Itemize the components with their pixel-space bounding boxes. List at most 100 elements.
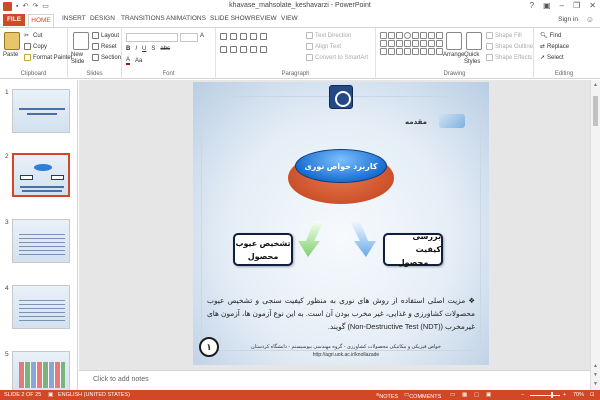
find-button[interactable]: 🔍︎ Find: [540, 32, 561, 40]
vertical-scrollbar[interactable]: ▲ ▲ ▼ ▼: [590, 80, 600, 390]
strikethrough-icon[interactable]: abc: [160, 46, 170, 52]
text-direction-button[interactable]: Text Direction: [306, 32, 351, 39]
layout-button[interactable]: Layout: [92, 32, 119, 39]
zoom-out-icon[interactable]: –: [521, 392, 524, 398]
shape-arrow-icon[interactable]: [388, 40, 395, 47]
new-slide-button[interactable]: New Slide: [71, 52, 91, 66]
reading-view-icon[interactable]: ▢: [474, 392, 479, 398]
shape-star-icon[interactable]: [412, 48, 419, 55]
decrease-indent-icon[interactable]: [240, 33, 247, 40]
quality-check-box[interactable]: بررسی کیفیت محصول: [383, 232, 443, 267]
quick-styles-icon[interactable]: [466, 32, 482, 50]
shape-triangle-icon[interactable]: [420, 32, 427, 39]
close-button[interactable]: ✕: [589, 1, 596, 10]
spellcheck-icon[interactable]: ▣: [48, 392, 53, 398]
slide-thumbnail-2[interactable]: [12, 153, 70, 197]
format-painter-button[interactable]: Format Painter: [24, 54, 73, 61]
shape-arrow-icon[interactable]: [436, 32, 443, 39]
slide-sorter-icon[interactable]: ▦: [462, 392, 467, 398]
tab-file[interactable]: FILE: [3, 14, 25, 26]
shape-brace-icon[interactable]: [404, 40, 411, 47]
shape-fill-button[interactable]: Shape Fill: [486, 32, 522, 39]
help-icon[interactable]: ?: [530, 1, 534, 10]
shape-oval-icon[interactable]: [404, 32, 411, 39]
font-size-box[interactable]: [180, 33, 198, 42]
defect-detection-box[interactable]: تشخیص عیوب محصول: [233, 233, 293, 266]
notes-pane[interactable]: Click to add notes: [79, 370, 590, 390]
scroll-thumb[interactable]: [593, 96, 598, 126]
slide-thumbnail-5[interactable]: [12, 351, 70, 390]
language-indicator[interactable]: ENGLISH (UNITED STATES): [58, 392, 130, 398]
scroll-down-icon[interactable]: ▼: [593, 381, 598, 387]
shape-line-icon[interactable]: [428, 32, 435, 39]
fit-slide-icon[interactable]: ⊡: [590, 392, 595, 398]
shape-arrow-icon[interactable]: [396, 48, 403, 55]
next-slide-icon[interactable]: ▼: [593, 372, 598, 378]
shape-callout-icon[interactable]: [388, 48, 395, 55]
slide-thumbnail-4[interactable]: [12, 285, 70, 329]
slideshow-view-icon[interactable]: ▣: [486, 392, 491, 398]
zoom-level[interactable]: 70%: [573, 392, 584, 398]
convert-smartart-button[interactable]: Convert to SmartArt: [306, 54, 368, 61]
tab-insert[interactable]: INSERT: [62, 15, 86, 22]
arrange-button[interactable]: Arrange: [443, 52, 464, 58]
sign-in-link[interactable]: Sign in: [558, 16, 578, 23]
arrange-icon[interactable]: [446, 32, 462, 50]
shape-line-icon[interactable]: [388, 32, 395, 39]
current-slide[interactable]: مقدمه کاربرد خواص نوری تشخیص عیوب محصول …: [193, 82, 489, 365]
shape-arrow-icon[interactable]: [380, 40, 387, 47]
reset-button[interactable]: Reset: [92, 43, 117, 50]
numbering-icon[interactable]: [230, 33, 237, 40]
blue-arrow-icon[interactable]: [348, 219, 378, 259]
zoom-slider[interactable]: [530, 395, 560, 396]
justify-icon[interactable]: [250, 46, 257, 53]
shadow-icon[interactable]: S: [151, 46, 155, 52]
shape-star-icon[interactable]: [420, 40, 427, 47]
columns-icon[interactable]: [260, 46, 267, 53]
tab-review[interactable]: REVIEW: [251, 15, 277, 22]
shape-more-icon[interactable]: [436, 40, 443, 47]
slide-thumbnails-panel[interactable]: 1 2 3 4 5: [0, 80, 78, 390]
scroll-up-icon[interactable]: ▲: [593, 82, 598, 88]
zoom-slider-knob[interactable]: [551, 392, 553, 398]
paste-icon[interactable]: [4, 32, 20, 50]
notes-toggle[interactable]: ≡ NOTES: [376, 392, 398, 400]
minimize-button[interactable]: –: [560, 1, 564, 10]
feedback-smile-icon[interactable]: ☺: [586, 15, 594, 24]
tab-design[interactable]: DESIGN: [90, 15, 115, 22]
shape-effects-button[interactable]: Shape Effects: [486, 54, 532, 61]
cut-button[interactable]: ✂ Cut: [24, 32, 42, 40]
shape-line-icon[interactable]: [380, 32, 387, 39]
italic-icon[interactable]: I: [135, 46, 137, 52]
grow-font-icon[interactable]: A: [200, 33, 204, 39]
tab-view[interactable]: VIEW: [281, 15, 298, 22]
paste-button[interactable]: Paste: [3, 52, 18, 58]
restore-button[interactable]: ❐: [573, 1, 580, 10]
slide-body-text[interactable]: ❖ مزیت اصلی استفاده از روش های نوری به م…: [207, 294, 475, 333]
ribbon-display-icon[interactable]: ▣: [543, 1, 551, 10]
shape-outline-button[interactable]: Shape Outline: [486, 43, 533, 50]
underline-icon[interactable]: U: [142, 46, 146, 52]
zoom-in-icon[interactable]: +: [563, 392, 566, 398]
shape-callout-icon[interactable]: [380, 48, 387, 55]
change-case-icon[interactable]: Aa: [135, 58, 142, 64]
shape-callout-icon[interactable]: [428, 40, 435, 47]
align-text-button[interactable]: Align Text: [306, 43, 341, 50]
shape-rect-icon[interactable]: [396, 32, 403, 39]
line-spacing-icon[interactable]: [260, 33, 267, 40]
slide-thumbnail-3[interactable]: [12, 219, 70, 263]
tab-home[interactable]: HOME: [28, 14, 54, 27]
select-button[interactable]: ➚ Select: [540, 54, 564, 62]
slide-heading[interactable]: مقدمه: [405, 118, 427, 126]
shape-brace-icon[interactable]: [420, 48, 427, 55]
shape-more-icon[interactable]: [436, 48, 443, 55]
align-right-icon[interactable]: [240, 46, 247, 53]
comments-toggle[interactable]: ▭ COMMENTS: [404, 392, 441, 400]
shape-star-icon[interactable]: [396, 40, 403, 47]
new-slide-icon[interactable]: [73, 32, 89, 50]
copy-button[interactable]: Copy: [24, 43, 47, 50]
shape-brace-icon[interactable]: [412, 40, 419, 47]
bullets-icon[interactable]: [220, 33, 227, 40]
notes-placeholder[interactable]: Click to add notes: [93, 376, 149, 383]
tab-transitions[interactable]: TRANSITIONS: [121, 15, 165, 22]
